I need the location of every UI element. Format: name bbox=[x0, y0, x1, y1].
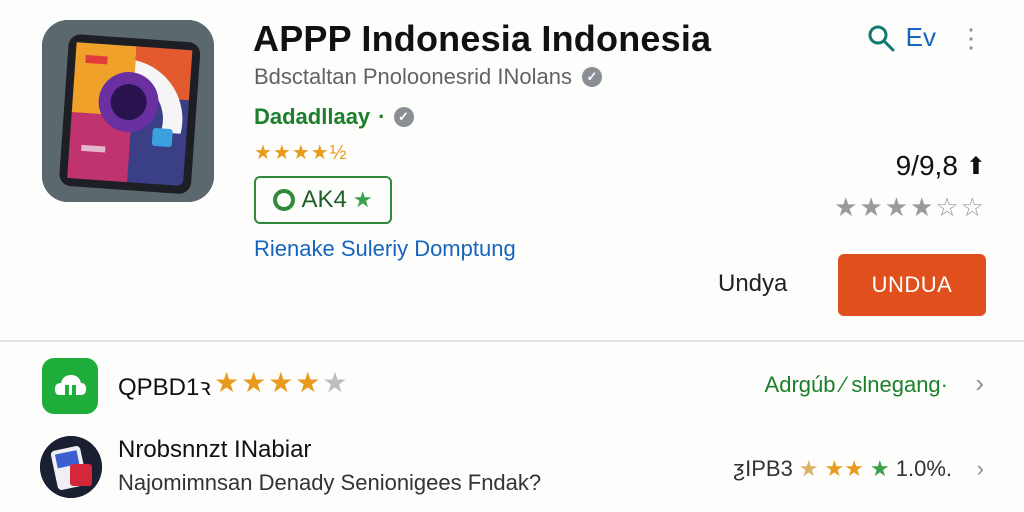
verified-icon: ✓ bbox=[581, 67, 602, 87]
star-half-icon: ★ bbox=[798, 456, 819, 481]
list-item-rating: ƺIPB3 ★ ★★ ★ 1.0%. bbox=[733, 456, 952, 482]
list-item-description: Najomimnsan Denady Senionigees Fndak? bbox=[118, 470, 542, 495]
badge-ring-icon bbox=[273, 189, 296, 211]
category-link[interactable]: Dadadllaay · ✓ bbox=[254, 104, 414, 130]
top-actions: Ev ⋮ bbox=[866, 22, 984, 53]
phone-app-icon bbox=[40, 436, 102, 498]
category-suffix: · bbox=[378, 104, 386, 129]
rating-arrow-icon: ⬆ bbox=[965, 152, 986, 180]
stars-filled: ★★ bbox=[824, 456, 864, 481]
rating-value: 9/9,8 bbox=[895, 150, 958, 181]
search-button[interactable]: Ev bbox=[866, 22, 936, 53]
more-options-icon[interactable]: ⋮ bbox=[958, 25, 984, 51]
cloud-icon bbox=[55, 375, 86, 395]
developer-label: Bdsctaltan Pnoloonesrid INolans bbox=[254, 64, 572, 89]
list-item-stars: ★★★★★ bbox=[214, 366, 350, 399]
app-title: APPP Indonesia Indonesia bbox=[253, 18, 712, 59]
chevron-right-icon[interactable]: › bbox=[975, 368, 984, 399]
app-icon bbox=[42, 20, 214, 202]
header-stars: ★★★★½ bbox=[254, 142, 348, 164]
app-detail-page: APPP Indonesia Indonesia Bdsctaltan Pnol… bbox=[0, 0, 1024, 512]
badge-label: AK4 bbox=[301, 186, 347, 213]
list-item[interactable]: Nrobsnnzt INabiar Najomimnsan Denady Sen… bbox=[0, 430, 1024, 506]
list-item-category[interactable]: Adrgúb ⁄ slnegang· bbox=[765, 372, 948, 398]
search-icon bbox=[868, 25, 895, 51]
rating-prefix: ƺIPB3 bbox=[733, 456, 793, 481]
age-rating-badge: AK4 ★ bbox=[254, 176, 392, 224]
download-label: Undya bbox=[718, 270, 788, 297]
stars-filled: ★★★★ bbox=[214, 367, 323, 398]
rating-summary: 9/9,8 ⬆ bbox=[896, 150, 986, 182]
list-item-name: QPBD1ꝛ bbox=[118, 374, 211, 401]
download-button[interactable]: UNDUA bbox=[838, 254, 986, 316]
list-item[interactable]: QPBD1ꝛ ★★★★★ Adrgúb ⁄ slnegang· › bbox=[0, 352, 1024, 420]
list-item-name: Nrobsnnzt INabiar bbox=[118, 436, 312, 463]
star-green-icon: ★ bbox=[870, 456, 890, 481]
stars-empty: ★ bbox=[322, 367, 350, 398]
info-icon: ✓ bbox=[393, 107, 414, 127]
round-app-icon bbox=[40, 436, 102, 498]
language-toggle[interactable]: Ev bbox=[906, 22, 936, 53]
chevron-right-icon[interactable]: › bbox=[977, 456, 984, 482]
developer-name[interactable]: Bdsctaltan Pnoloonesrid INolans ✓ bbox=[254, 64, 602, 90]
green-app-icon bbox=[42, 358, 98, 414]
badge-star-icon: ★ bbox=[352, 187, 373, 212]
feature-link[interactable]: Rienake Suleriy Domptung bbox=[254, 236, 516, 262]
category-label: Dadadllaay bbox=[254, 104, 371, 129]
rating-stars: ★★★★☆☆ bbox=[834, 192, 986, 222]
rating-percent: 1.0%. bbox=[895, 456, 952, 481]
section-divider bbox=[0, 340, 1024, 342]
tablet-app-icon bbox=[42, 20, 214, 202]
